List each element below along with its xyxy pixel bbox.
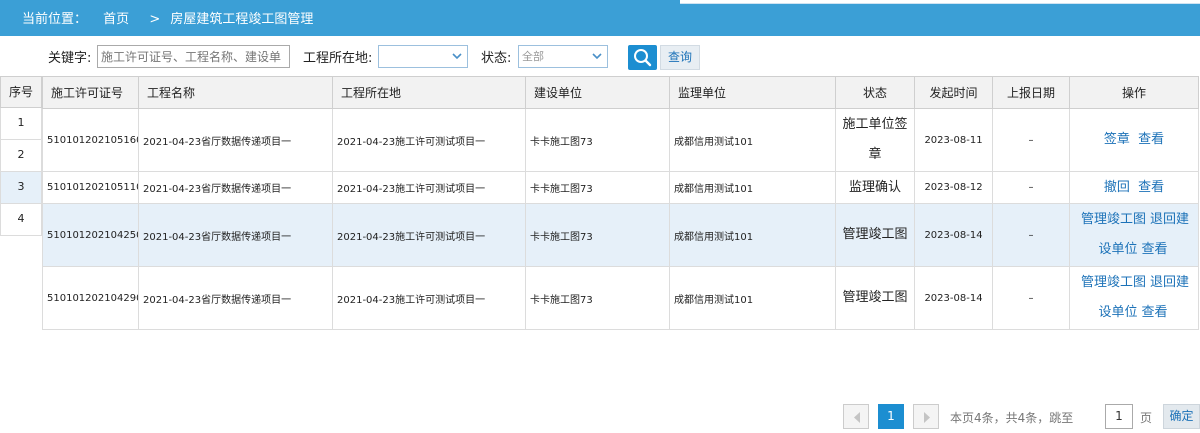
prev-page-button[interactable] — [843, 404, 869, 429]
chevron-right-icon — [924, 412, 930, 423]
table-row[interactable]: 51010120210425020 2021-04-23省厅数据传递项目一 20… — [42, 203, 1199, 267]
withdraw-link[interactable]: 撤回 — [1104, 180, 1130, 195]
column-header: 施工许可证号 — [42, 76, 139, 109]
top-tab — [680, 0, 1200, 4]
start-date-cell: 2023-08-14 — [914, 266, 993, 330]
row-number[interactable]: 3 — [0, 172, 42, 204]
report-date-cell: – — [992, 108, 1070, 172]
view-link[interactable]: 查看 — [1138, 132, 1164, 147]
table-row[interactable]: 51010120210516010 2021-04-23省厅数据传递项目一 20… — [42, 108, 1199, 172]
row-number[interactable]: 2 — [0, 140, 42, 172]
report-date-cell: – — [992, 203, 1070, 267]
drawing-table: 施工许可证号 工程名称 工程所在地 建设单位 监理单位 状态 发起时间 上报日期… — [42, 76, 1199, 330]
permit-cell: 51010120210429020 — [42, 266, 139, 330]
supervisor-cell: 成都信用测试101 — [669, 108, 836, 172]
name-cell: 2021-04-23省厅数据传递项目一 — [138, 108, 333, 172]
breadcrumb-prefix: 当前位置： — [22, 12, 88, 27]
search-bar: 关键字: 工程所在地: 状态: 全部 查询 — [0, 36, 1200, 76]
location-cell: 2021-04-23施工许可测试项目一 — [332, 203, 526, 267]
column-header: 发起时间 — [914, 76, 993, 109]
go-button[interactable]: 确定 — [1163, 404, 1200, 429]
view-link[interactable]: 查看 — [1138, 180, 1164, 195]
builder-cell: 卡卡施工图73 — [525, 171, 670, 204]
supervisor-cell: 成都信用测试101 — [669, 203, 836, 267]
location-cell: 2021-04-23施工许可测试项目一 — [332, 171, 526, 204]
view-link[interactable]: 查看 — [1142, 242, 1168, 257]
search-icon — [634, 49, 652, 67]
table-row[interactable]: 51010120210511010 2021-04-23省厅数据传递项目一 20… — [42, 171, 1199, 204]
start-date-cell: 2023-08-12 — [914, 171, 993, 204]
status-cell: 管理竣工图 — [835, 266, 915, 330]
table-header-row: 施工许可证号 工程名称 工程所在地 建设单位 监理单位 状态 发起时间 上报日期… — [42, 76, 1199, 109]
breadcrumb-separator-icon: > — [149, 12, 161, 27]
actions-cell: 管理竣工图 退回建设单位 查看 — [1069, 203, 1199, 267]
status-select[interactable]: 全部 — [518, 45, 608, 68]
name-cell: 2021-04-23省厅数据传递项目一 — [138, 266, 333, 330]
table-row[interactable]: 51010120210429020 2021-04-23省厅数据传递项目一 20… — [42, 266, 1199, 330]
location-label: 工程所在地: — [303, 51, 373, 66]
page-unit-label: 页 — [1140, 411, 1153, 425]
view-link[interactable]: 查看 — [1142, 305, 1168, 320]
search-button[interactable] — [628, 45, 657, 70]
actions-cell: 签章 查看 — [1069, 108, 1199, 172]
keyword-label: 关键字: — [48, 51, 92, 66]
report-date-cell: – — [992, 171, 1070, 204]
keyword-input[interactable] — [97, 45, 290, 68]
start-date-cell: 2023-08-14 — [914, 203, 993, 267]
page-jump-input[interactable]: 1 — [1105, 404, 1133, 429]
query-button[interactable]: 查询 — [660, 45, 700, 70]
status-cell: 管理竣工图 — [835, 203, 915, 267]
name-cell: 2021-04-23省厅数据传递项目一 — [138, 171, 333, 204]
status-select-value: 全部 — [522, 50, 544, 63]
builder-cell: 卡卡施工图73 — [525, 108, 670, 172]
column-header: 状态 — [835, 76, 915, 109]
manage-drawings-link[interactable]: 管理竣工图 — [1081, 212, 1146, 227]
permit-cell: 51010120210511010 — [42, 171, 139, 204]
permit-cell: 51010120210516010 — [42, 108, 139, 172]
location-cell: 2021-04-23施工许可测试项目一 — [332, 266, 526, 330]
row-number[interactable]: 1 — [0, 108, 42, 140]
actions-cell: 撤回 查看 — [1069, 171, 1199, 204]
supervisor-cell: 成都信用测试101 — [669, 266, 836, 330]
breadcrumb-current: 房屋建筑工程竣工图管理 — [170, 12, 314, 27]
chevron-down-icon — [592, 53, 602, 60]
permit-cell: 51010120210425020 — [42, 203, 139, 267]
column-header: 建设单位 — [525, 76, 670, 109]
location-select[interactable] — [378, 45, 468, 68]
status-cell: 监理确认 — [835, 171, 915, 204]
current-page-button[interactable]: 1 — [878, 404, 904, 429]
page-info: 本页4条，共4条，跳至 — [950, 411, 1074, 425]
status-cell: 施工单位签章 — [835, 108, 915, 172]
status-label: 状态: — [481, 51, 512, 66]
start-date-cell: 2023-08-11 — [914, 108, 993, 172]
chevron-down-icon — [452, 53, 462, 60]
row-number-column: 序号 1 2 3 4 — [0, 76, 42, 236]
breadcrumb-home-link[interactable]: 首页 — [103, 6, 129, 34]
location-cell: 2021-04-23施工许可测试项目一 — [332, 108, 526, 172]
name-cell: 2021-04-23省厅数据传递项目一 — [138, 203, 333, 267]
column-header: 上报日期 — [992, 76, 1070, 109]
column-header: 操作 — [1069, 76, 1199, 109]
builder-cell: 卡卡施工图73 — [525, 203, 670, 267]
column-header: 工程名称 — [138, 76, 333, 109]
manage-drawings-link[interactable]: 管理竣工图 — [1081, 275, 1146, 290]
column-header: 监理单位 — [669, 76, 836, 109]
builder-cell: 卡卡施工图73 — [525, 266, 670, 330]
supervisor-cell: 成都信用测试101 — [669, 171, 836, 204]
row-number-header: 序号 — [0, 76, 42, 108]
column-header: 工程所在地 — [332, 76, 526, 109]
breadcrumb: 当前位置： 首页 > 房屋建筑工程竣工图管理 — [0, 6, 1200, 36]
pagination: 1 本页4条，共4条，跳至 1 页 确定 — [0, 404, 1200, 430]
row-number[interactable]: 4 — [0, 204, 42, 236]
next-page-button[interactable] — [913, 404, 939, 429]
sign-link[interactable]: 签章 — [1104, 132, 1130, 147]
actions-cell: 管理竣工图 退回建设单位 查看 — [1069, 266, 1199, 330]
chevron-left-icon — [854, 412, 860, 423]
report-date-cell: – — [992, 266, 1070, 330]
